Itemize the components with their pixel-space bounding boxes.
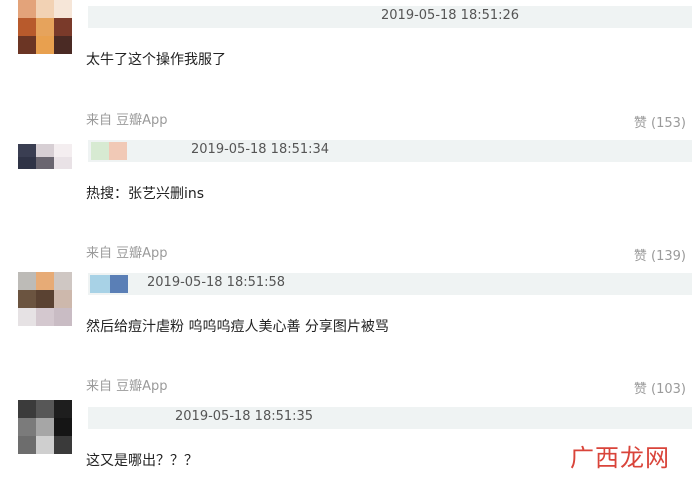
comment-text: 这又是哪出？？？ [86,453,198,469]
blurred-username [91,142,109,160]
avatar[interactable] [18,400,72,454]
like-button[interactable]: 赞 (103) [634,378,686,397]
username-bar[interactable]: 2019-05-18 18:51:34 [88,140,692,162]
username-bar[interactable]: 2019-05-18 18:51:58 [88,273,692,295]
comment-timestamp: 2019-05-18 18:51:26 [381,8,520,23]
comment-timestamp: 2019-05-18 18:51:34 [191,142,330,157]
blurred-username [90,275,110,293]
comment-text: 太牛了这个操作我服了 [86,52,226,68]
comment-source: 来自 豆瓣App [86,113,168,128]
comment-text: 热搜：张艺兴删ins [86,186,205,202]
avatar[interactable] [18,272,72,326]
avatar[interactable] [18,144,72,182]
site-watermark: 广西龙网 [570,444,670,472]
comment-source: 来自 豆瓣App [86,246,168,261]
comment-timestamp: 2019-05-18 18:51:35 [175,409,314,424]
comment-text: 然后给痘汁虐粉 呜呜呜痘人美心善 分享图片被骂 [86,319,389,335]
username-bar[interactable]: 2019-05-18 18:51:35 [88,407,692,429]
comment-source: 来自 豆瓣App [86,379,168,394]
avatar[interactable] [18,0,72,54]
like-button[interactable]: 赞 (139) [634,245,686,264]
blurred-username [110,275,128,293]
blurred-username [109,142,127,160]
comment-timestamp: 2019-05-18 18:51:58 [147,275,286,290]
like-button[interactable]: 赞 (153) [634,112,686,131]
username-bar[interactable]: 2019-05-18 18:51:26 [88,6,692,28]
